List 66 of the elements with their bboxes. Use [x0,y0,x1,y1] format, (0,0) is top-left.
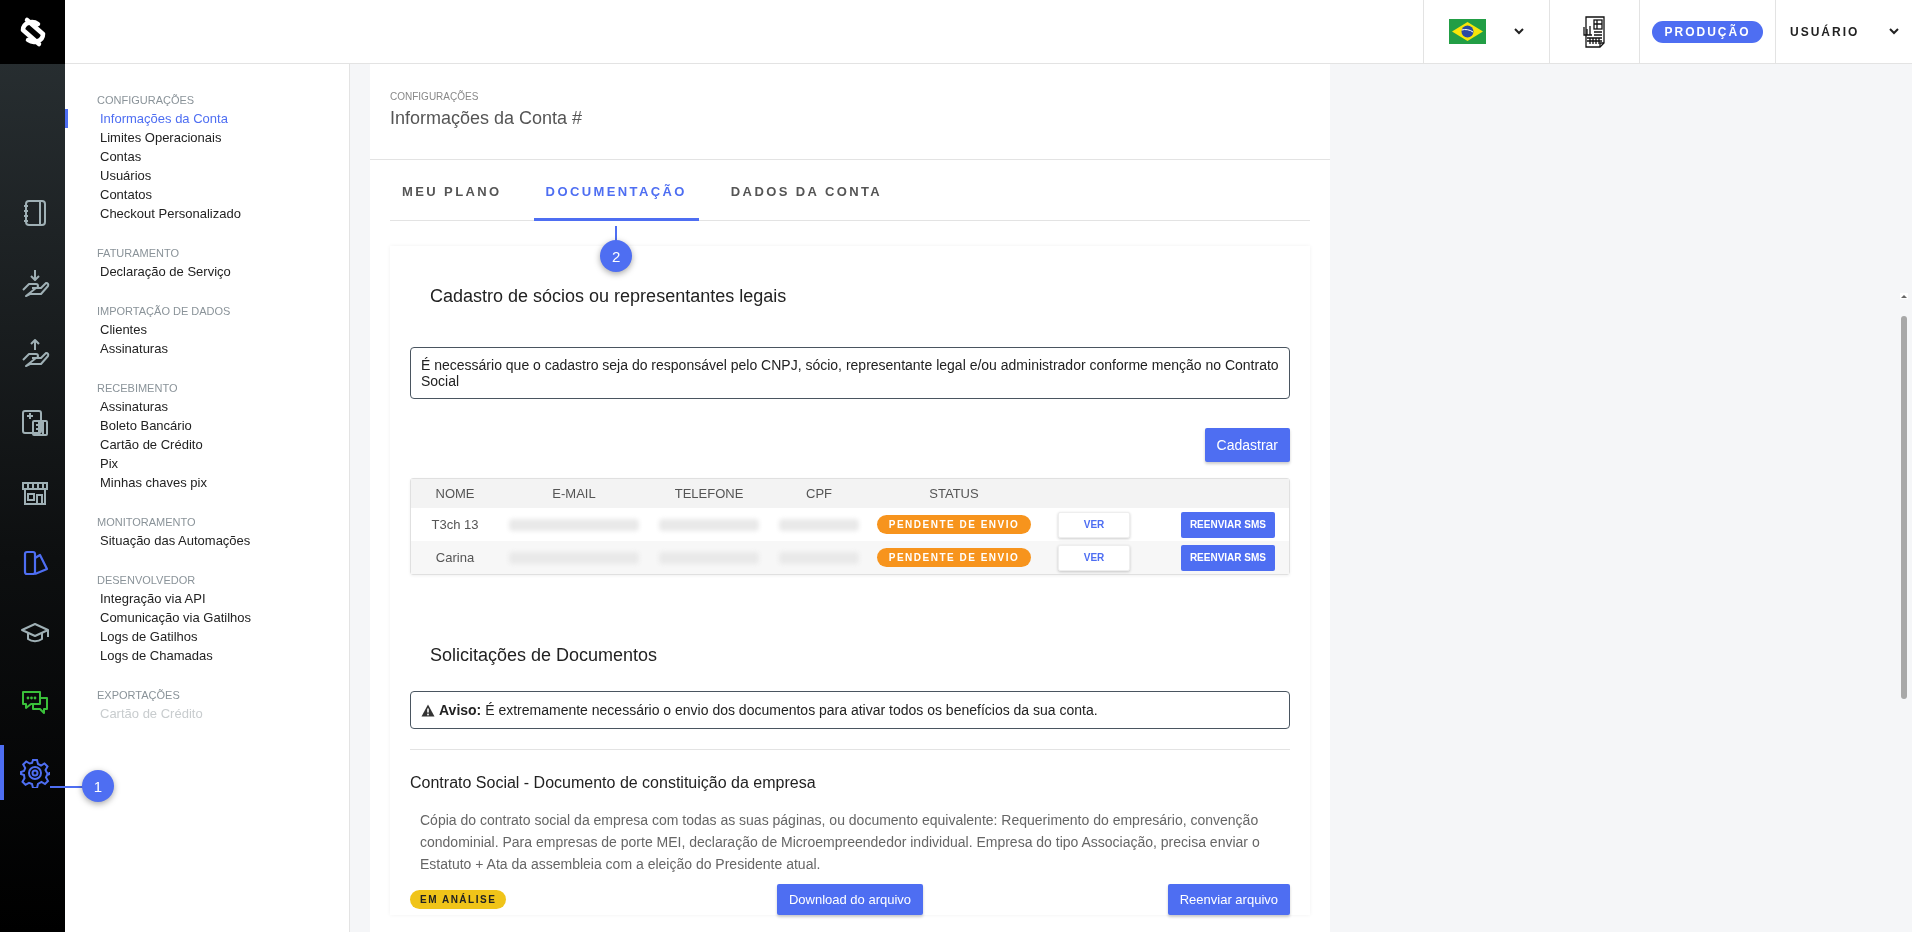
sidebar-item[interactable]: Declaração de Serviço [65,262,349,281]
sidebar-item[interactable]: Usuários [65,166,349,185]
section-heading: MONITORAMENTO [96,516,197,528]
chevron-down-icon[interactable] [1889,28,1900,35]
warning-text: Aviso: É extremamente necessário o envio dos documentos para ativar todos os benefícios da sua conta. [439,702,1098,718]
sidebar-item[interactable]: Logs de Gatilhos [65,627,349,646]
flag-icon[interactable] [1449,19,1486,44]
section-heading: IMPORTAÇÃO DE DADOS [96,305,232,317]
document-description: Cópia do contrato social da empresa com todas as suas páginas, ou documento equivalente: Requerimento do empresário, convenção condominial. Para empresas de porte MEI, declaração de Microempreendedor individual. Empresa do tipo Associação, precisa enviar o Estatuto + Ata da assembleia com a eleição do Presidente atual. [420,811,1261,874]
section-heading: DESENVOLVEDOR [96,574,197,586]
column-header: NOME [434,486,476,501]
resend-sms-button[interactable]: REENVIAR SMS [1180,544,1275,571]
environment-badge: PRODUÇÃO [1652,20,1763,43]
section-heading: CONFIGURAÇÕES [96,94,196,106]
leader-line [615,226,618,242]
column-header: E-MAIL [551,486,597,501]
chevron-down-icon[interactable] [1514,28,1524,35]
sidebar-item[interactable]: Cartão de Crédito [65,435,349,454]
sidebar-item[interactable]: Informações da Conta [65,109,349,128]
calculator-icon[interactable] [19,407,50,438]
column-header: CPF [805,486,833,501]
resend-file-button[interactable]: Reenviar arquivo [1167,884,1290,915]
step-marker: 2 [600,240,633,272]
tab[interactable]: DOCUMENTAÇÃO [533,178,699,221]
view-button[interactable]: VER [1058,511,1130,538]
resend-sms-button[interactable]: REENVIAR SMS [1180,511,1275,538]
leader-line [50,786,84,788]
table-cell-text: T3ch 13 [430,517,480,532]
report-document-icon[interactable] [1581,15,1608,48]
sidebar-item[interactable]: Checkout Personalizado [65,204,349,223]
sidebar-item[interactable]: Situação das Automações [65,531,349,550]
section-title: Solicitações de Documentos [430,645,659,666]
section-title: Cadastro de sócios ou representantes legais [430,286,788,307]
sidebar-item[interactable]: Boleto Bancário [65,416,349,435]
user-menu[interactable]: USUÁRIO [1790,24,1860,39]
sidebar-item[interactable]: Minhas chaves pix [65,473,349,492]
column-header: TELEFONE [673,486,745,501]
tab[interactable]: DADOS DA CONTA [718,178,895,221]
breadcrumb: CONFIGURAÇÕES [390,91,480,102]
status-badge: PENDENTE DE ENVIO [876,515,1032,534]
sidebar-item[interactable]: Contatos [65,185,349,204]
status-badge: PENDENTE DE ENVIO [876,548,1032,567]
sidebar-item[interactable]: Assinaturas [65,339,349,358]
view-button[interactable]: VER [1058,544,1130,571]
warning-icon [421,703,435,717]
column-header: STATUS [928,486,980,501]
section-heading: FATURAMENTO [96,247,181,259]
document-title: Contrato Social - Documento de constituição da empresa [410,774,817,792]
sidebar-item[interactable]: Limites Operacionais [65,128,349,147]
sidebar-item[interactable]: Pix [65,454,349,473]
sidebar-item[interactable]: Clientes [65,320,349,339]
tab[interactable]: MEU PLANO [390,178,514,221]
section-heading: EXPORTAÇÕES [96,689,181,701]
register-button[interactable]: Cadastrar [1204,428,1290,462]
settings-icon[interactable] [19,757,50,788]
sidebar-item[interactable]: Contas [65,147,349,166]
download-button[interactable]: Download do arquivo [776,884,924,915]
sidebar-item[interactable]: Assinaturas [65,397,349,416]
sidebar-item[interactable]: Comunicação via Gatilhos [65,608,349,627]
table-cell-text: Carina [434,550,476,565]
sidebar-item[interactable]: Logs de Chamadas [65,646,349,665]
page-title: Informações da Conta # [390,108,584,129]
sidebar-item[interactable]: Integração via API [65,589,349,608]
status-badge: EM ANÁLISE [410,890,507,909]
section-heading: RECEBIMENTO [96,382,179,394]
notice-box: É necessário que o cadastro seja do responsável pelo CNPJ, sócio, representante legal e/ou administrador conforme menção no Contrato Social [410,347,1290,399]
